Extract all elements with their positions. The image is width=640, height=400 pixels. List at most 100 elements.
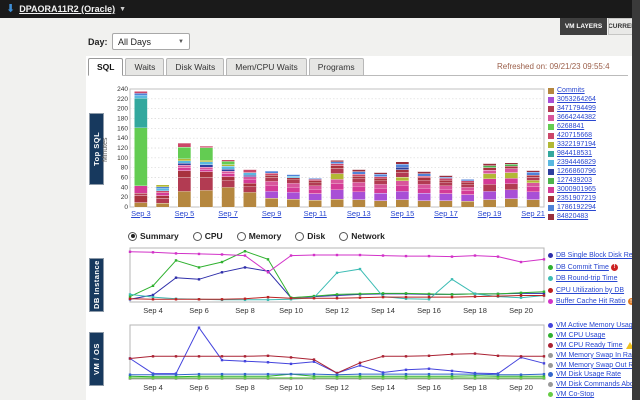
legend-row: VM Active Memory Usage — [548, 321, 640, 331]
tab-sql[interactable]: SQL — [88, 58, 123, 76]
xtick-label-sep-18: Sep 18 — [461, 383, 489, 392]
legend-link-6268841[interactable]: 6268841 — [557, 123, 584, 130]
xtick-link-sep-11[interactable]: Sep 11 — [301, 209, 329, 218]
legend-link-vm-cpu-usage[interactable]: VM CPU Usage — [556, 332, 605, 339]
day-select[interactable]: All Days ▼ — [112, 33, 190, 50]
radio-circle-cpu[interactable] — [193, 232, 202, 241]
instance-dropdown-caret-icon[interactable]: ▼ — [119, 6, 126, 13]
svg-text:160: 160 — [117, 125, 128, 132]
legend-row: 84820483 — [548, 212, 596, 221]
legend-link-2351907219[interactable]: 2351907219 — [557, 195, 596, 202]
select-caret-icon: ▼ — [178, 39, 184, 45]
legend-link-3664244382[interactable]: 3664244382 — [557, 114, 596, 121]
legend-link-3053264264[interactable]: 3053264264 — [557, 96, 596, 103]
db-instance-line-chart[interactable] — [114, 246, 546, 306]
instance-link[interactable]: DPAORA11R2 (Oracle) — [19, 4, 115, 14]
legend-link-vm-disk-usage-rate[interactable]: VM Disk Usage Rate — [556, 371, 621, 378]
tab-row: SQLWaitsDisk WaitsMem/CPU WaitsPrograms — [88, 58, 364, 76]
radio-disk[interactable]: Disk — [295, 231, 325, 241]
top-sql-stacked-bar-chart[interactable]: 020406080100120140160180200220240 — [114, 84, 546, 210]
xtick-link-sep-3[interactable]: Sep 3 — [127, 209, 155, 218]
xtick-link-sep-13[interactable]: Sep 13 — [345, 209, 373, 218]
xtick-link-sep-17[interactable]: Sep 17 — [432, 209, 460, 218]
legend-link-84820483[interactable]: 84820483 — [557, 213, 588, 220]
legend-row: 1266860796 — [548, 167, 596, 176]
radio-network[interactable]: Network — [339, 231, 385, 241]
legend-dot-icon — [548, 333, 553, 338]
legend-swatch-icon — [548, 160, 554, 166]
radio-cpu[interactable]: CPU — [193, 231, 223, 241]
xtick-label-sep-6: Sep 6 — [185, 383, 213, 392]
y-axis-label-minutes: Minutes — [102, 125, 112, 175]
svg-text:80: 80 — [121, 165, 129, 172]
svg-text:240: 240 — [117, 86, 128, 93]
critical-alert-badge-icon[interactable]: ! — [611, 264, 618, 271]
legend-link-buffer-cache-hit-ratio[interactable]: Buffer Cache Hit Ratio — [556, 298, 626, 305]
tab-waits[interactable]: Waits — [125, 58, 164, 76]
legend-link-vm-cpu-ready-time[interactable]: VM CPU Ready Time — [556, 342, 623, 349]
radio-circle-summary[interactable] — [128, 232, 137, 241]
legend-swatch-icon — [548, 205, 554, 211]
legend-row: 1786192294 — [548, 203, 596, 212]
svg-text:60: 60 — [121, 175, 129, 182]
vm-os-section-label: VM / OS — [89, 332, 104, 386]
xtick-link-sep-15[interactable]: Sep 15 — [388, 209, 416, 218]
legend-link-db-round-trip-time[interactable]: DB Round-trip Time — [556, 275, 617, 282]
legend-link-3471794499[interactable]: 3471794499 — [557, 105, 596, 112]
legend-row: VM Disk Usage Rate — [548, 370, 640, 380]
legend-link-db-single-block-disk-read-time[interactable]: DB Single Block Disk Read Time — [556, 252, 640, 259]
radio-memory[interactable]: Memory — [237, 231, 282, 241]
legend-link-420715668[interactable]: 420715668 — [557, 132, 592, 139]
tab-programs[interactable]: Programs — [309, 58, 364, 76]
tab-mem-cpu-waits[interactable]: Mem/CPU Waits — [226, 58, 307, 76]
vm-layers-button[interactable]: VM LAYERS — [560, 18, 607, 35]
svg-text:120: 120 — [117, 145, 128, 152]
radio-circle-disk[interactable] — [295, 232, 304, 241]
svg-text:40: 40 — [121, 184, 129, 191]
xtick-label-sep-20: Sep 20 — [507, 383, 535, 392]
blue-down-arrow-icon[interactable]: ⬇ — [6, 0, 15, 18]
legend-link-vm-memory-swap-in-rate[interactable]: VM Memory Swap In Rate — [556, 352, 638, 359]
legend-link-2394446829[interactable]: 2394446829 — [557, 159, 596, 166]
radio-summary[interactable]: Summary — [128, 231, 179, 241]
db-instance-legend: DB Single Block Disk Read Time!DB Commit… — [548, 250, 640, 308]
legend-link-984418531[interactable]: 984418531 — [557, 150, 592, 157]
radio-label-memory: Memory — [249, 231, 282, 241]
legend-row: 3000901965 — [548, 185, 596, 194]
xtick-label-sep-12: Sep 12 — [323, 383, 351, 392]
legend-link-1786192294[interactable]: 1786192294 — [557, 204, 596, 211]
legend-link-vm-co-stop[interactable]: VM Co-Stop — [556, 391, 594, 398]
radio-circle-network[interactable] — [339, 232, 348, 241]
legend-link-db-commit-time[interactable]: DB Commit Time — [556, 264, 609, 271]
legend-link-vm-disk-commands-aborted[interactable]: VM Disk Commands Aborted — [556, 381, 640, 388]
legend-link-3322197194[interactable]: 3322197194 — [557, 141, 596, 148]
legend-swatch-icon — [548, 88, 554, 94]
legend-swatch-icon — [548, 124, 554, 130]
top-sql-x-axis-links: Sep 3 Sep 5 Sep 7 Sep 9 Sep 11 Sep 13 Sep 15 Se… — [114, 209, 546, 219]
legend-link-vm-active-memory-usage[interactable]: VM Active Memory Usage — [556, 322, 637, 329]
legend-row: 6268841 — [548, 122, 596, 131]
xtick-link-sep-7[interactable]: Sep 7 — [214, 209, 242, 218]
legend-dot-icon — [548, 343, 553, 348]
legend-link-cpu-utilization-by-db[interactable]: CPU Utilization by DB — [556, 287, 624, 294]
vm-os-line-chart[interactable] — [114, 323, 546, 383]
xtick-link-sep-19[interactable]: Sep 19 — [476, 209, 504, 218]
xtick-link-sep-9[interactable]: Sep 9 — [258, 209, 286, 218]
legend-link-commits[interactable]: Commits — [557, 87, 585, 94]
xtick-label-sep-14: Sep 14 — [369, 306, 397, 315]
xtick-link-sep-21[interactable]: Sep 21 — [519, 209, 547, 218]
day-select-value: All Days — [118, 37, 151, 47]
legend-link-3000901965[interactable]: 3000901965 — [557, 186, 596, 193]
legend-link-1266860796[interactable]: 1266860796 — [557, 168, 596, 175]
radio-circle-memory[interactable] — [237, 232, 246, 241]
legend-link-vm-memory-swap-out-rate[interactable]: VM Memory Swap Out Rate — [556, 362, 640, 369]
legend-row: 2394446829 — [548, 158, 596, 167]
window-scrollbar-strip[interactable] — [632, 0, 640, 400]
legend-row: DB Round-trip Time — [548, 273, 640, 285]
legend-swatch-icon — [548, 115, 554, 121]
legend-link-127439203[interactable]: 127439203 — [557, 177, 592, 184]
xtick-link-sep-5[interactable]: Sep 5 — [170, 209, 198, 218]
tab-disk-waits[interactable]: Disk Waits — [166, 58, 224, 76]
legend-swatch-icon — [548, 142, 554, 148]
db-instance-x-axis-labels: Sep 4Sep 6Sep 8Sep 10Sep 12Sep 14Sep 16S… — [114, 306, 546, 316]
